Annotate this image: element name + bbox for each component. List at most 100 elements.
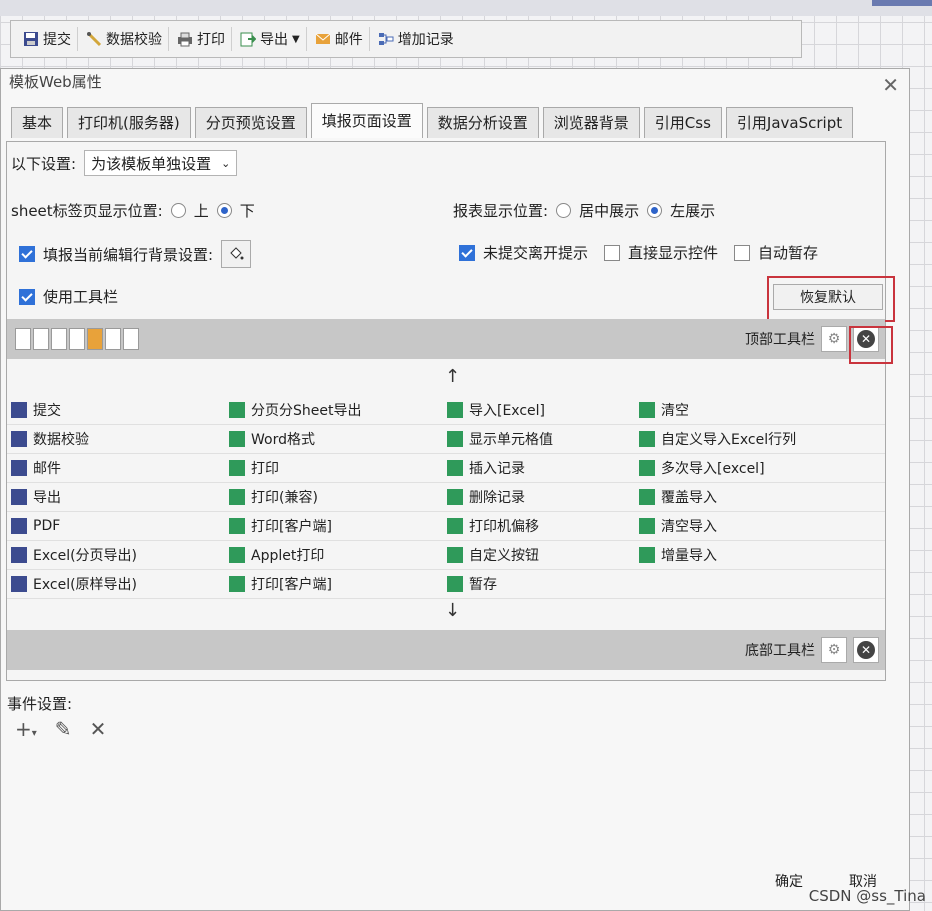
watermark: CSDN @ss_Tina	[808, 887, 926, 905]
toolbar-option[interactable]: 打印	[225, 454, 443, 483]
row-background-setting-row: 填报当前编辑行背景设置:	[19, 240, 252, 268]
leave-prompt-checkbox[interactable]	[459, 244, 475, 261]
printer-icon[interactable]	[51, 328, 67, 350]
bottom-toolbar-settings-button[interactable]: ⚙	[821, 637, 847, 663]
dialog-title: 模板Web属性	[9, 73, 102, 91]
toolbar-option[interactable]: 清空	[635, 396, 885, 425]
bottom-toolbar-remove-button[interactable]: ✕	[853, 637, 879, 663]
bottom-toolbar-label: 底部工具栏	[745, 643, 815, 659]
toolbar-option[interactable]: 邮件	[7, 454, 225, 483]
gear-icon: ⚙	[827, 642, 841, 658]
printer-icon	[178, 32, 192, 47]
direct-show-label: 直接显示控件	[628, 244, 719, 262]
toolbar-option-label: 覆盖导入	[661, 490, 717, 506]
toolbar-option[interactable]: 多次导入[excel]	[635, 454, 885, 483]
sheet-position-bottom-radio[interactable]	[216, 203, 232, 218]
ok-button[interactable]: 确定	[765, 867, 813, 895]
sheet-position-top-radio[interactable]	[170, 203, 186, 218]
toolbar-option[interactable]: 打印机偏移	[443, 512, 635, 541]
tab-browser-background[interactable]: 浏览器背景	[542, 107, 640, 138]
tab-basic[interactable]: 基本	[11, 107, 64, 138]
use-toolbar-checkbox[interactable]	[19, 288, 35, 305]
report-position-left-label: 左展示	[670, 202, 716, 220]
toolbar-option[interactable]: 增量导入	[635, 541, 885, 570]
toolbar-option-label: 自定义按钮	[469, 548, 539, 564]
toolbar-option-label: 插入记录	[469, 461, 525, 477]
toolbar-option[interactable]: Excel(分页导出)	[7, 541, 225, 570]
mail-icon[interactable]	[87, 328, 103, 350]
events-toolbar: +▾ ✎ ✕	[15, 717, 106, 741]
toolbar-option-label: 增量导入	[661, 548, 717, 564]
designer-toolbar: 提交 数据校验 打印 导出 ▼ 邮件 增加记录	[10, 20, 802, 58]
tab-page-preview[interactable]: 分页预览设置	[194, 107, 307, 138]
submit-button[interactable]: 提交	[17, 27, 78, 51]
toolbar-option[interactable]: 删除记录	[443, 483, 635, 512]
toolbar-option[interactable]: Excel(原样导出)	[7, 570, 225, 599]
report-position-label: 报表显示位置:	[453, 202, 549, 220]
report-position-center-radio[interactable]	[556, 203, 572, 218]
toolbar-option[interactable]: Applet打印	[225, 541, 443, 570]
arrow-up-icon: ↑	[445, 366, 461, 387]
close-icon[interactable]: ✕	[882, 75, 899, 95]
add-record-button[interactable]: 增加记录	[372, 27, 460, 51]
validate-icon	[86, 31, 102, 47]
toolbar-option-icon	[229, 518, 245, 534]
toolbar-option[interactable]: 数据校验	[7, 425, 225, 454]
toolbar-option[interactable]: 提交	[7, 396, 225, 425]
row-background-checkbox[interactable]	[19, 246, 35, 262]
toolbar-option[interactable]: 覆盖导入	[635, 483, 885, 512]
print-button[interactable]: 打印	[171, 27, 232, 51]
export-icon[interactable]	[69, 328, 85, 350]
toolbar-buttons-grid: 提交 分页分Sheet导出 导入[Excel] 清空 数据校验 Word格式 显示单元格值自…	[7, 396, 885, 599]
toolbar-option-label: Excel(原样导出)	[33, 577, 138, 593]
tab-printer-server[interactable]: 打印机(服务器)	[67, 107, 191, 138]
fill-page-settings-panel: 以下设置: 为该模板单独设置 ⌄ sheet标签页显示位置: 上 下 报表显示位…	[6, 141, 895, 681]
tab-reference-css[interactable]: 引用Css	[643, 107, 722, 138]
toolbar-option[interactable]: 打印[客户端]	[225, 570, 443, 599]
save-icon[interactable]	[15, 328, 31, 350]
toolbar-option[interactable]: 自定义导入Excel行列	[635, 425, 885, 454]
direct-show-checkbox[interactable]	[604, 244, 621, 261]
add-record-icon[interactable]	[105, 328, 121, 350]
toolbar-option	[635, 570, 885, 599]
delete-icon[interactable]: ✕	[90, 717, 107, 741]
tab-reference-javascript[interactable]: 引用JavaScript	[725, 107, 854, 138]
tab-data-analysis[interactable]: 数据分析设置	[426, 107, 539, 138]
toolbar-option[interactable]: 暂存	[443, 570, 635, 599]
top-toolbar-settings-button[interactable]: ⚙	[821, 326, 847, 352]
validate-icon[interactable]	[33, 328, 49, 350]
tab-fill-page-settings[interactable]: 填报页面设置	[310, 103, 423, 138]
toolbar-option-icon	[447, 489, 463, 505]
mail-button[interactable]: 邮件	[309, 27, 370, 51]
toolbar-option[interactable]: PDF	[7, 512, 225, 541]
validate-button[interactable]: 数据校验	[80, 27, 169, 51]
toolbar-option-label: 打印[客户端]	[251, 519, 332, 535]
setting-scope-select[interactable]: 为该模板单独设置 ⌄	[84, 150, 238, 176]
toolbar-option-label: 多次导入[excel]	[661, 461, 765, 477]
toolbar-option[interactable]: 插入记录	[443, 454, 635, 483]
report-position-left-radio[interactable]	[647, 203, 663, 218]
blank-icon[interactable]	[123, 328, 139, 350]
report-position-row: 报表显示位置: 居中展示 左展示	[453, 200, 715, 221]
add-icon[interactable]: +▾	[15, 717, 37, 741]
toolbar-option[interactable]: 自定义按钮	[443, 541, 635, 570]
export-button[interactable]: 导出 ▼	[234, 27, 307, 51]
paint-bucket-button[interactable]	[221, 240, 252, 268]
toolbar-option[interactable]: 清空导入	[635, 512, 885, 541]
export-icon	[240, 32, 256, 47]
row-background-label: 填报当前编辑行背景设置:	[43, 245, 214, 264]
auto-save-checkbox[interactable]	[734, 244, 751, 261]
toolbar-option[interactable]: 打印[客户端]	[225, 512, 443, 541]
toolbar-option[interactable]: 打印(兼容)	[225, 483, 443, 512]
toolbar-option-icon	[447, 460, 463, 476]
toolbar-option-label: Applet打印	[251, 548, 325, 564]
toolbar-option[interactable]: 分页分Sheet导出	[225, 396, 443, 425]
toolbar-option[interactable]: Word格式	[225, 425, 443, 454]
toolbar-option[interactable]: 显示单元格值	[443, 425, 635, 454]
toolbar-option[interactable]: 导出	[7, 483, 225, 512]
toolbar-option-icon	[11, 489, 27, 505]
sheet-position-top-label: 上	[193, 202, 209, 220]
edit-icon[interactable]: ✎	[55, 717, 72, 741]
toolbar-option[interactable]: 导入[Excel]	[443, 396, 635, 425]
toolbar-option-icon	[447, 402, 463, 418]
